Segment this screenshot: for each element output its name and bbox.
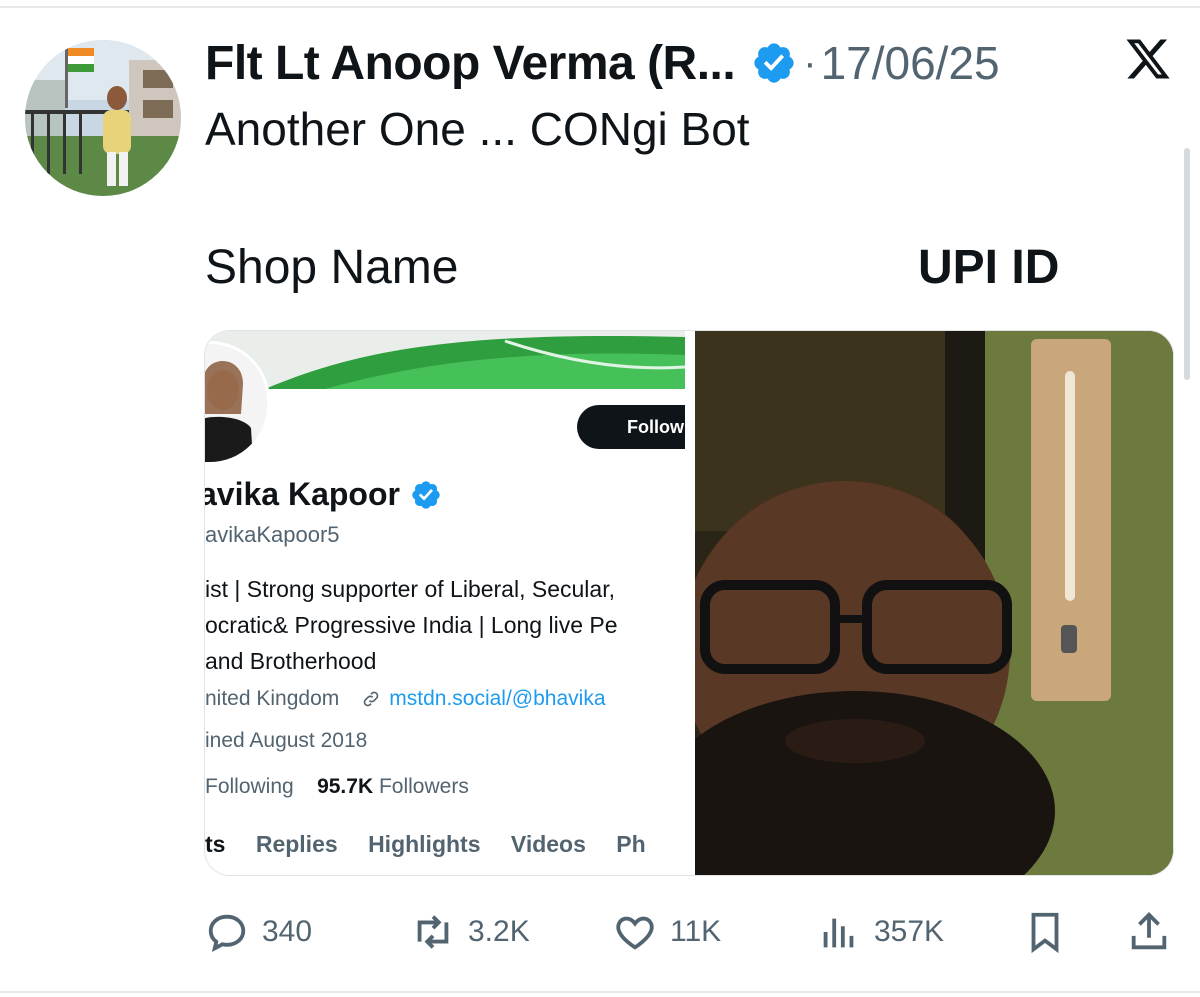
profile-screenshot: Follow avika Kapoor avikaKapoor5 ist | S… — [205, 331, 685, 875]
profile-verified-icon — [412, 480, 440, 509]
views-button[interactable]: 357K — [816, 904, 944, 960]
bookmark-button[interactable] — [1022, 904, 1080, 960]
profile-joined: ined August 2018 — [205, 729, 368, 752]
heart-icon — [616, 916, 654, 950]
repost-count: 3.2K — [468, 915, 530, 948]
profile-link[interactable]: mstdn.social/@bhavika — [389, 687, 605, 711]
profile-name: avika Kapoor — [205, 476, 442, 513]
tab-photos[interactable]: Ph — [616, 831, 645, 857]
bio-line: and Brotherhood — [205, 648, 377, 674]
bookmark-icon — [1031, 912, 1059, 954]
tweet-media[interactable]: Follow avika Kapoor avikaKapoor5 ist | S… — [204, 330, 1174, 876]
tweet-date[interactable]: 17/06/25 — [821, 36, 1000, 90]
label-shop-name: Shop Name — [205, 241, 459, 294]
bio-line: ocratic& Progressive India | Long live P… — [205, 612, 618, 638]
followers-count[interactable]: 95.7K — [317, 775, 373, 798]
selfie-photo — [695, 331, 1173, 875]
reply-button[interactable]: 340 — [204, 904, 312, 960]
tab-highlights[interactable]: Highlights — [368, 831, 480, 857]
profile-name-text: avika Kapoor — [205, 476, 400, 512]
bottom-divider — [0, 991, 1200, 993]
share-icon — [1131, 912, 1167, 950]
tab-replies[interactable]: Replies — [256, 831, 338, 857]
views-count: 357K — [874, 915, 945, 948]
repost-button[interactable]: 3.2K — [410, 904, 530, 960]
scrollbar[interactable] — [1184, 148, 1190, 380]
like-button[interactable]: 11K — [612, 904, 721, 960]
share-button[interactable] — [1126, 904, 1184, 960]
profile-location: nited Kingdom — [205, 687, 340, 710]
profile-handle: avikaKapoor5 — [205, 522, 340, 547]
views-icon — [823, 918, 854, 948]
profile-location-row: nited Kingdom mstdn.social/@bhavika — [205, 687, 606, 711]
bio-line: ist | Strong supporter of Liberal, Secul… — [205, 576, 615, 602]
author-name[interactable]: Flt Lt Anoop Verma (R... — [205, 36, 736, 91]
media-divider — [685, 331, 695, 875]
tab-posts[interactable]: ts — [205, 831, 225, 857]
profile-bio: ist | Strong supporter of Liberal, Secul… — [205, 571, 618, 679]
tweet-header: Flt Lt Anoop Verma (R... · 17/06/25 — [205, 30, 1185, 96]
profile-banner — [205, 331, 685, 389]
following-label[interactable]: Following — [205, 775, 294, 798]
followers-label[interactable]: Followers — [379, 775, 469, 798]
author-avatar[interactable] — [25, 40, 181, 196]
repost-icon — [417, 915, 449, 949]
tab-videos[interactable]: Videos — [511, 831, 586, 857]
x-logo-icon — [1126, 39, 1170, 79]
link-icon — [363, 691, 379, 707]
verified-badge-icon — [754, 43, 794, 83]
tweet-actions: 340 3.2K 11K 357K — [204, 904, 1174, 960]
label-upi-id: UPI ID — [918, 241, 1060, 294]
like-count: 11K — [670, 915, 722, 948]
profile-stats: Following 95.7K Followers — [205, 775, 469, 799]
reply-count: 340 — [262, 915, 313, 948]
follow-button[interactable]: Follow — [577, 405, 685, 449]
profile-tabs: ts Replies Highlights Videos Ph — [205, 831, 670, 858]
tweet-text: Another One ... CONgi Bot — [205, 103, 750, 155]
separator-dot: · — [803, 40, 817, 85]
top-divider — [0, 6, 1200, 8]
reply-icon — [208, 914, 246, 952]
